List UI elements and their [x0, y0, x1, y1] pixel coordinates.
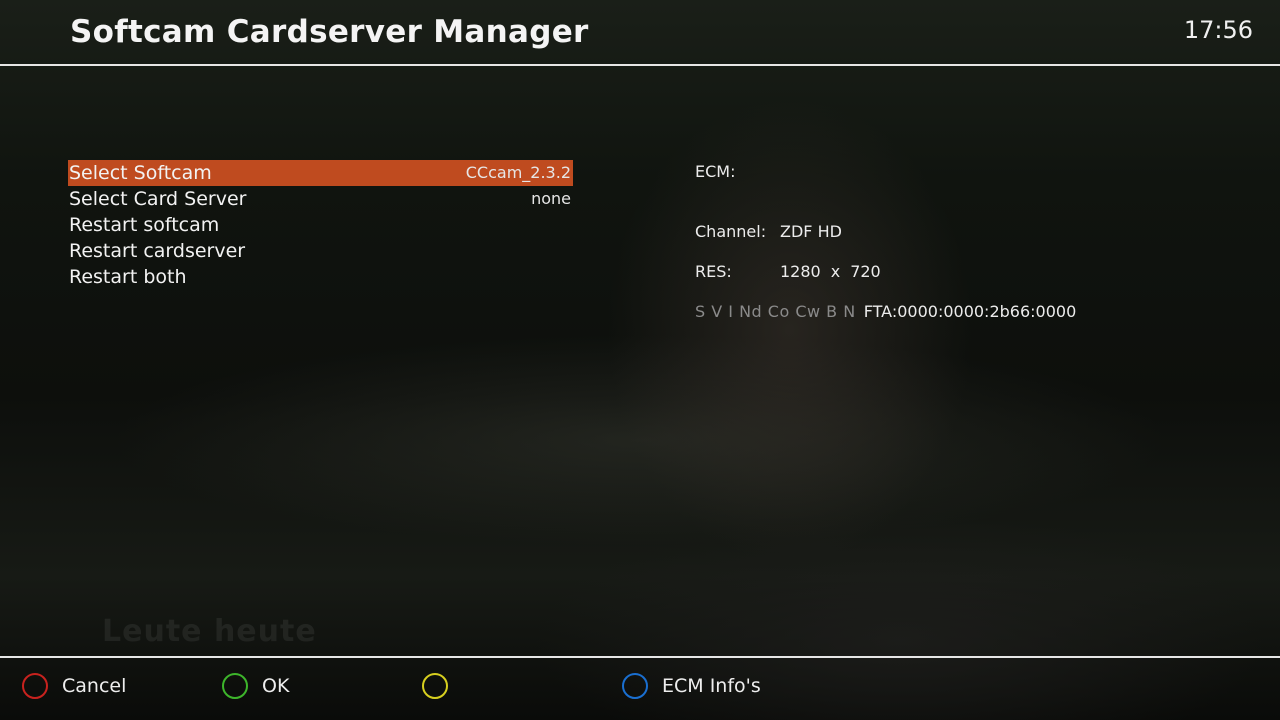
ecm-label: ECM: [695, 162, 736, 181]
ecm-info-label: ECM Info's [662, 675, 761, 697]
blue-circle-icon [622, 673, 648, 699]
yellow-button[interactable] [422, 670, 462, 702]
channel-info-row: Channel: ZDF HD [695, 222, 842, 241]
menu-item-label: Restart cardserver [69, 240, 246, 262]
crypt-flags: S V I Nd Co Cw B N [695, 302, 856, 321]
yellow-circle-icon [422, 673, 448, 699]
menu-item-value: none [531, 189, 571, 208]
header-divider [0, 64, 1280, 66]
cancel-label: Cancel [62, 675, 127, 697]
menu-item-label: Restart both [69, 266, 187, 288]
ok-label: OK [262, 675, 290, 697]
channel-label: Channel: [695, 222, 767, 241]
ecm-info-button[interactable]: ECM Info's [622, 670, 761, 702]
footer-divider [0, 656, 1280, 658]
menu-list: Select Softcam CCcam_2.3.2 Select Card S… [68, 160, 573, 290]
page-title: Softcam Cardserver Manager [70, 14, 589, 50]
menu-item-restart-softcam[interactable]: Restart softcam [68, 212, 573, 238]
screen: Leute heute Softcam Cardserver Manager 1… [0, 0, 1280, 720]
menu-item-select-softcam[interactable]: Select Softcam CCcam_2.3.2 [68, 160, 573, 186]
resolution-separator: x [830, 262, 841, 281]
menu-item-restart-both[interactable]: Restart both [68, 264, 573, 290]
resolution-label: RES: [695, 262, 732, 281]
green-circle-icon [222, 673, 248, 699]
cancel-button[interactable]: Cancel [22, 670, 126, 702]
menu-item-label: Select Card Server [69, 188, 247, 210]
ecm-info-row: ECM: [695, 162, 735, 181]
caid-info-row: S V I Nd Co Cw B N FTA:0000:0000:2b66:000… [695, 302, 1076, 321]
resolution-info-row: RES: 1280 x 720 [695, 262, 881, 281]
ok-button[interactable]: OK [222, 670, 289, 702]
menu-item-label: Select Softcam [69, 162, 212, 184]
channel-watermark: Leute heute [102, 614, 317, 649]
menu-item-value: CCcam_2.3.2 [465, 163, 571, 182]
menu-item-select-card-server[interactable]: Select Card Server none [68, 186, 573, 212]
caid-value: FTA:0000:0000:2b66:0000 [863, 302, 1077, 321]
clock: 17:56 [1183, 16, 1253, 44]
channel-value: ZDF HD [780, 222, 842, 241]
resolution-width: 1280 [780, 262, 821, 281]
resolution-height: 720 [850, 262, 881, 281]
menu-item-label: Restart softcam [69, 214, 220, 236]
menu-item-restart-cardserver[interactable]: Restart cardserver [68, 238, 573, 264]
red-circle-icon [22, 673, 48, 699]
